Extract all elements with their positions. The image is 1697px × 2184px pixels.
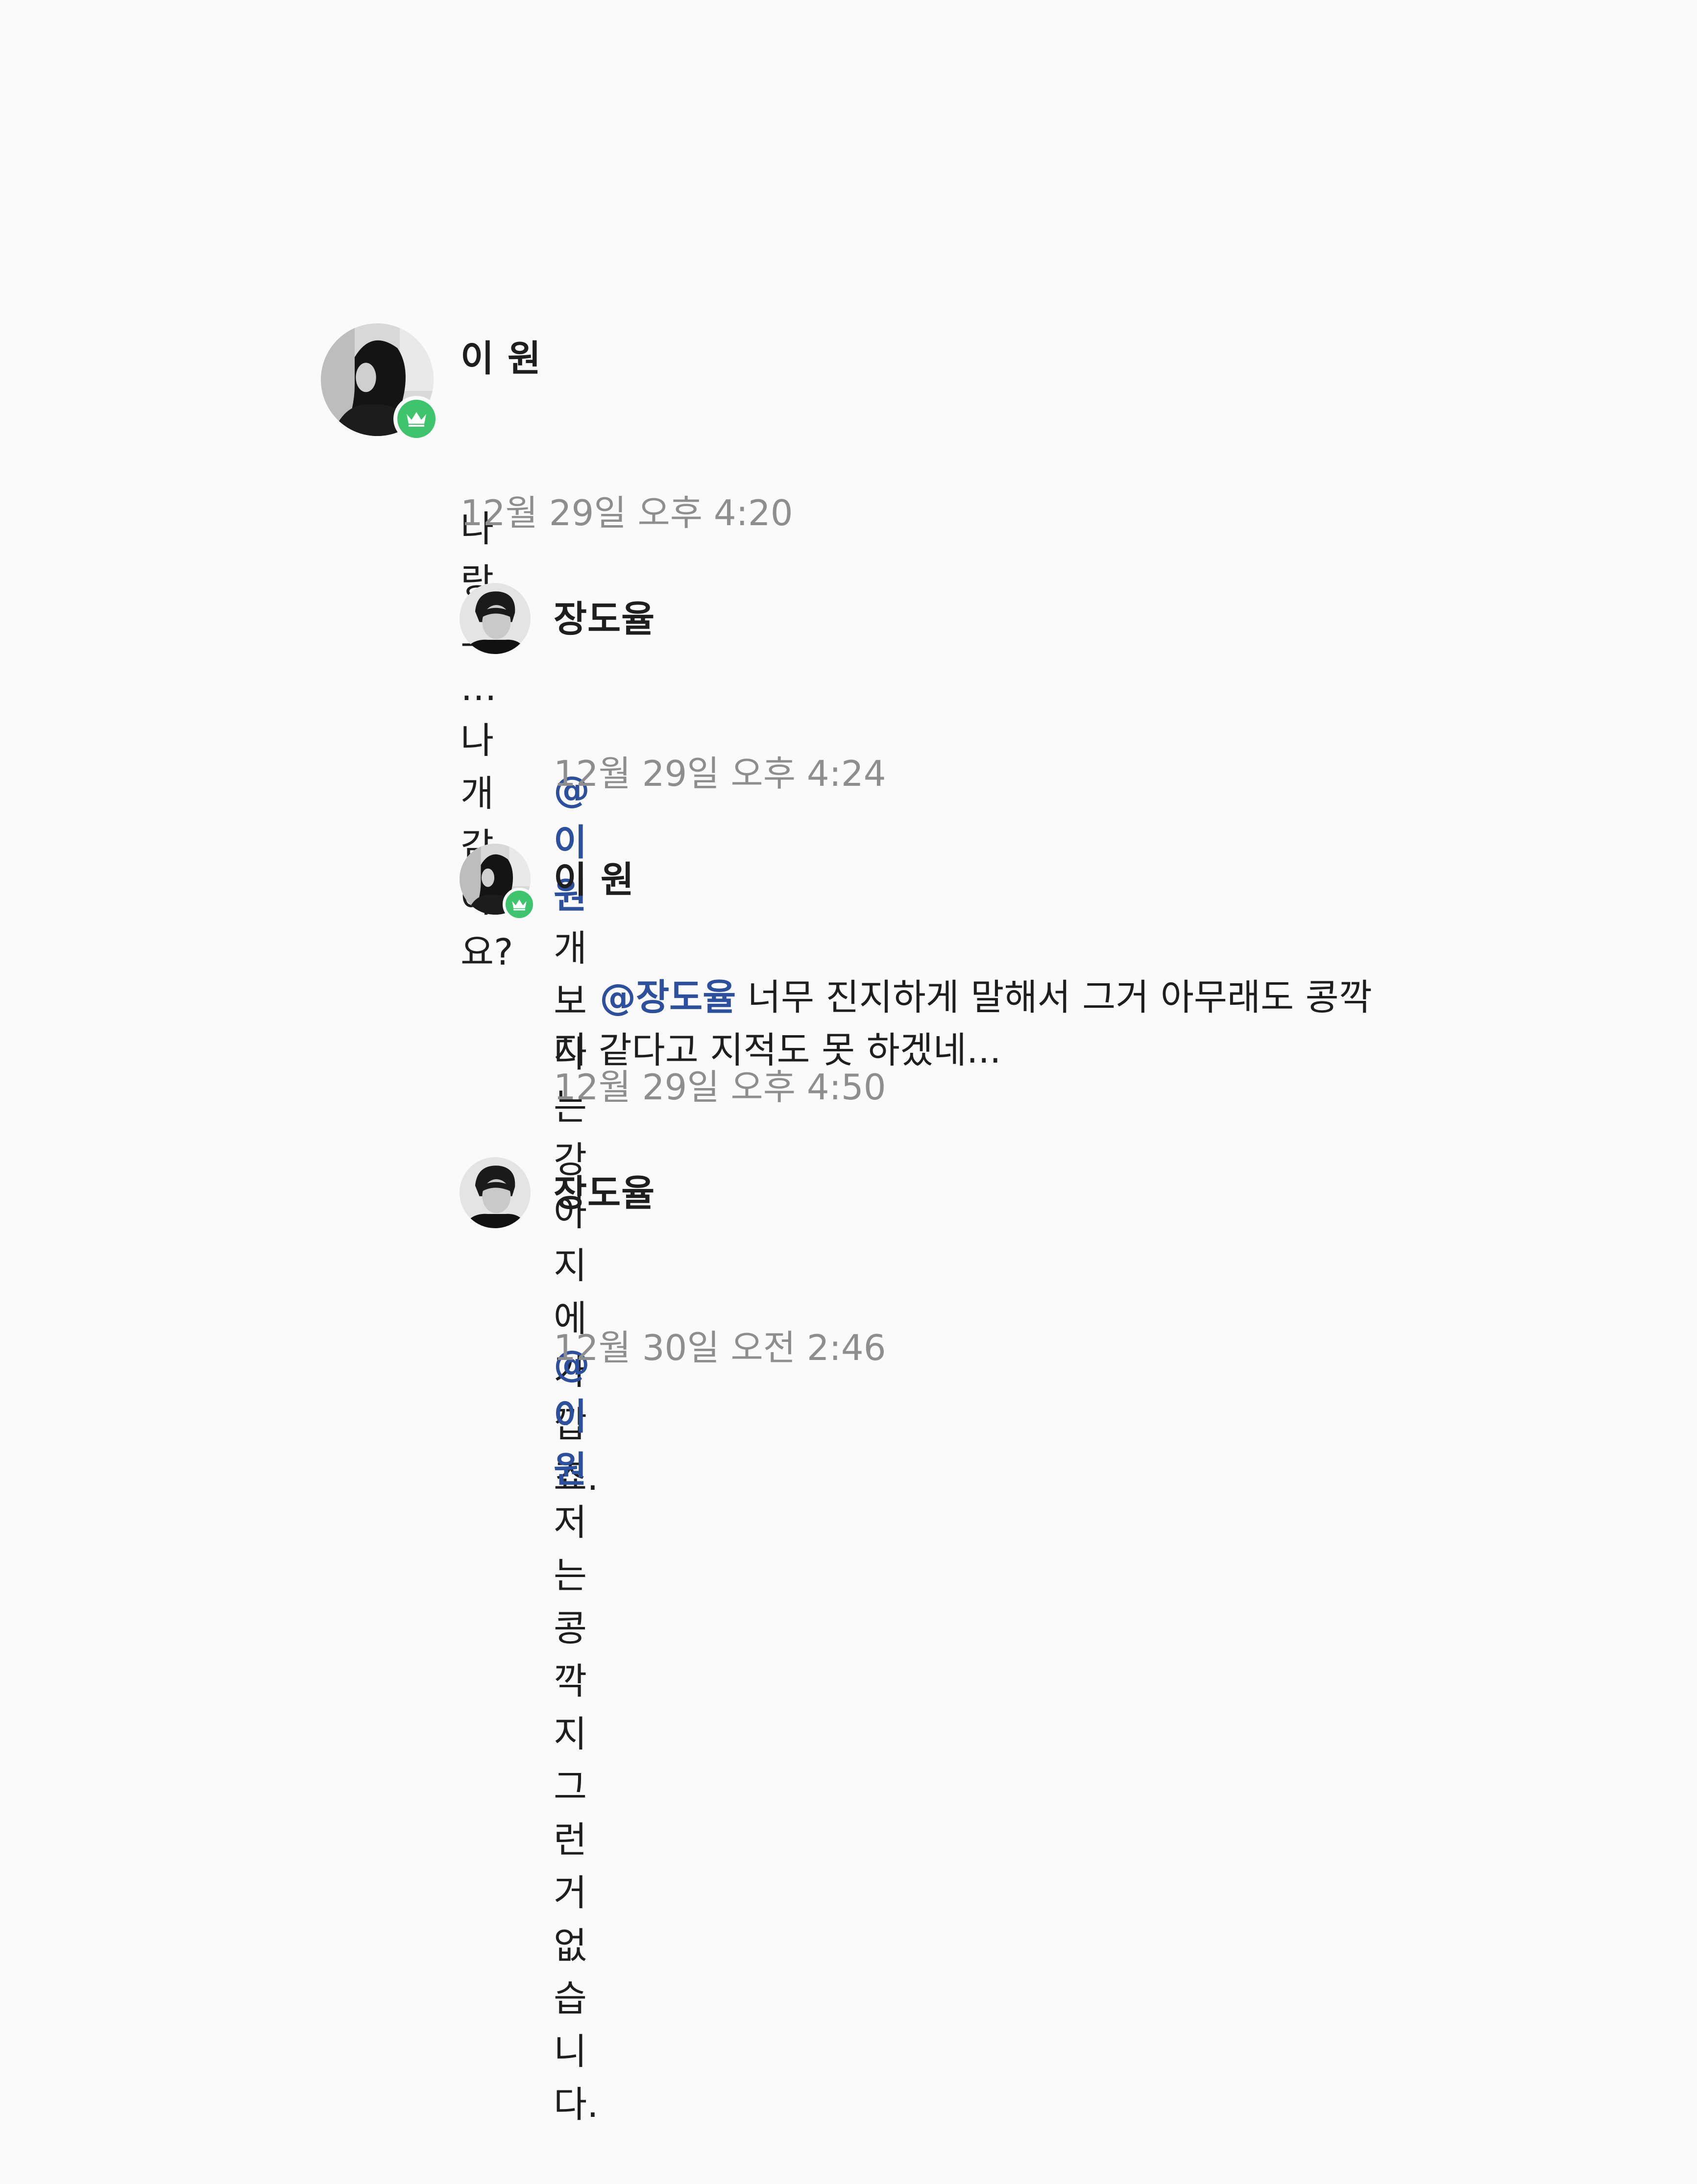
man-portrait-icon xyxy=(460,1157,531,1228)
comment-body: 저는 콩깍지 그런 거 없습니다. xyxy=(554,1449,599,2126)
comment-timestamp: 12월 29일 오후 4:24 xyxy=(554,753,886,794)
comment-timestamp: 12월 29일 오후 4:50 xyxy=(554,1067,886,1108)
comment-author[interactable]: 이 원 xyxy=(554,850,634,903)
comment-text: @이 원 저는 콩깍지 그런 거 없습니다. xyxy=(554,1232,599,2184)
comment-timestamp: 12월 29일 오후 4:20 xyxy=(461,492,793,534)
comment-author[interactable]: 장도율 xyxy=(554,1164,655,1216)
avatar[interactable] xyxy=(460,844,536,921)
avatar[interactable] xyxy=(460,1157,531,1228)
crown-icon xyxy=(503,888,536,921)
crown-icon xyxy=(393,396,439,442)
comment-author[interactable]: 장도율 xyxy=(554,590,655,642)
mention-link[interactable]: @장도율 xyxy=(600,976,736,1019)
man-portrait-icon xyxy=(460,583,531,654)
avatar[interactable] xyxy=(321,323,439,442)
comment-timestamp: 12월 30일 오전 2:46 xyxy=(554,1327,886,1368)
comment-author[interactable]: 이 원 xyxy=(461,329,541,382)
avatar[interactable] xyxy=(460,583,531,654)
